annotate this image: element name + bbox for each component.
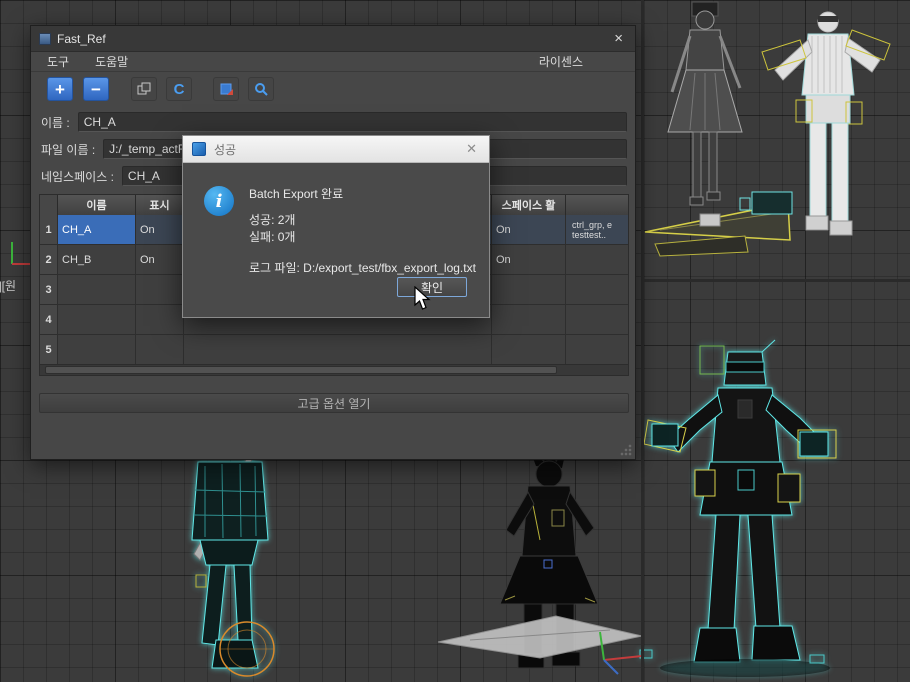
success-dialog: 성공 ✕ i Batch Export 완료 성공: 2개 실패: 0개 로그 … xyxy=(182,135,490,318)
ok-button[interactable]: 확인 xyxy=(397,277,467,297)
search-icon xyxy=(254,82,269,97)
dialog-log-path: 로그 파일: D:/export_test/fbx_export_log.txt xyxy=(249,259,476,276)
window-close-button[interactable]: × xyxy=(610,30,627,47)
axis-gizmo-left xyxy=(12,242,30,264)
name-field-row: 이름 : xyxy=(31,112,635,132)
cell-extra[interactable] xyxy=(566,335,628,364)
copy-icon xyxy=(137,82,151,96)
cell-name[interactable] xyxy=(58,335,136,364)
dialog-icon xyxy=(192,142,206,156)
cell-space[interactable]: On xyxy=(492,215,566,244)
scrollbar-thumb[interactable] xyxy=(45,366,557,374)
cell-space[interactable] xyxy=(492,275,566,304)
cell-name[interactable] xyxy=(58,305,136,334)
cell-mid[interactable] xyxy=(184,335,492,364)
cell-display[interactable] xyxy=(136,305,184,334)
cell-display[interactable]: On xyxy=(136,245,184,274)
window-titlebar[interactable]: Fast_Ref × xyxy=(31,26,635,52)
cell-space[interactable]: On xyxy=(492,245,566,274)
menu-tools[interactable]: 도구 xyxy=(47,53,69,70)
character-model-legs xyxy=(192,452,274,676)
namespace-label: 네임스페이스 : xyxy=(41,168,114,185)
advanced-options-button[interactable]: 고급 옵션 열기 xyxy=(39,393,629,413)
character-model-dark xyxy=(438,446,642,668)
search-button[interactable] xyxy=(248,77,274,101)
character-model-white xyxy=(762,12,890,235)
dialog-titlebar[interactable]: 성공 ✕ xyxy=(183,136,489,163)
header-num xyxy=(40,195,58,215)
row-number: 3 xyxy=(40,275,58,304)
resize-grip[interactable] xyxy=(620,444,632,456)
duplicate-button[interactable] xyxy=(131,77,157,101)
cell-display[interactable] xyxy=(136,335,184,364)
menubar: 도구 도움말 라이센스 xyxy=(31,52,635,72)
row-number: 2 xyxy=(40,245,58,274)
menu-help[interactable]: 도움말 xyxy=(95,53,128,70)
cell-name[interactable]: CH_B xyxy=(58,245,136,274)
cell-name[interactable]: CH_A xyxy=(58,215,136,244)
cell-display[interactable] xyxy=(136,275,184,304)
export-button[interactable] xyxy=(213,77,239,101)
row-number: 4 xyxy=(40,305,58,334)
axis-gizmo-bottom xyxy=(600,632,642,674)
cell-name[interactable] xyxy=(58,275,136,304)
screen: [+][원 Fast_Ref × 도구 도움말 라이센스 + − C xyxy=(0,0,910,682)
cell-extra-line1: ctrl_grp, e xyxy=(572,220,612,230)
header-display[interactable]: 표시 xyxy=(136,195,184,215)
dialog-title: 성공 xyxy=(214,141,463,158)
weapon-model xyxy=(645,192,792,256)
table-row[interactable]: 5 xyxy=(40,335,628,365)
dialog-message: Batch Export 완료 xyxy=(249,185,343,202)
cell-extra[interactable] xyxy=(566,245,628,274)
refresh-button[interactable]: C xyxy=(166,77,192,101)
viewport-divider-horizontal[interactable] xyxy=(641,279,910,282)
name-input[interactable] xyxy=(78,112,627,132)
viewport-divider-vertical[interactable] xyxy=(641,0,644,682)
info-icon: i xyxy=(204,186,234,216)
add-button[interactable]: + xyxy=(47,77,73,101)
window-title: Fast_Ref xyxy=(57,32,610,46)
toolbar: + − C xyxy=(31,73,635,105)
export-icon xyxy=(219,82,234,97)
header-extra[interactable] xyxy=(566,195,628,215)
cell-extra-line2: testtest.. xyxy=(572,230,606,240)
dialog-close-button[interactable]: ✕ xyxy=(463,141,480,157)
cell-extra[interactable] xyxy=(566,305,628,334)
header-space[interactable]: 스페이스 활 xyxy=(492,195,566,215)
viewport-label[interactable]: [+][원 xyxy=(0,277,16,294)
character-model-main xyxy=(640,340,836,677)
remove-button[interactable]: − xyxy=(83,77,109,101)
window-icon xyxy=(39,33,51,45)
row-number: 5 xyxy=(40,335,58,364)
header-name[interactable]: 이름 xyxy=(58,195,136,215)
dialog-fail-count: 실패: 0개 xyxy=(249,228,295,245)
cell-display[interactable]: On xyxy=(136,215,184,244)
file-label: 파일 이름 : xyxy=(41,141,95,158)
character-model-gray xyxy=(668,2,742,205)
menu-license[interactable]: 라이센스 xyxy=(539,53,583,70)
cell-extra[interactable] xyxy=(566,275,628,304)
cell-extra[interactable]: ctrl_grp, e testtest.. xyxy=(566,215,628,244)
name-label: 이름 : xyxy=(41,114,70,131)
dialog-success-count: 성공: 2개 xyxy=(249,211,295,228)
horizontal-scrollbar[interactable] xyxy=(40,364,628,375)
cell-space[interactable] xyxy=(492,335,566,364)
cell-space[interactable] xyxy=(492,305,566,334)
row-number: 1 xyxy=(40,215,58,244)
